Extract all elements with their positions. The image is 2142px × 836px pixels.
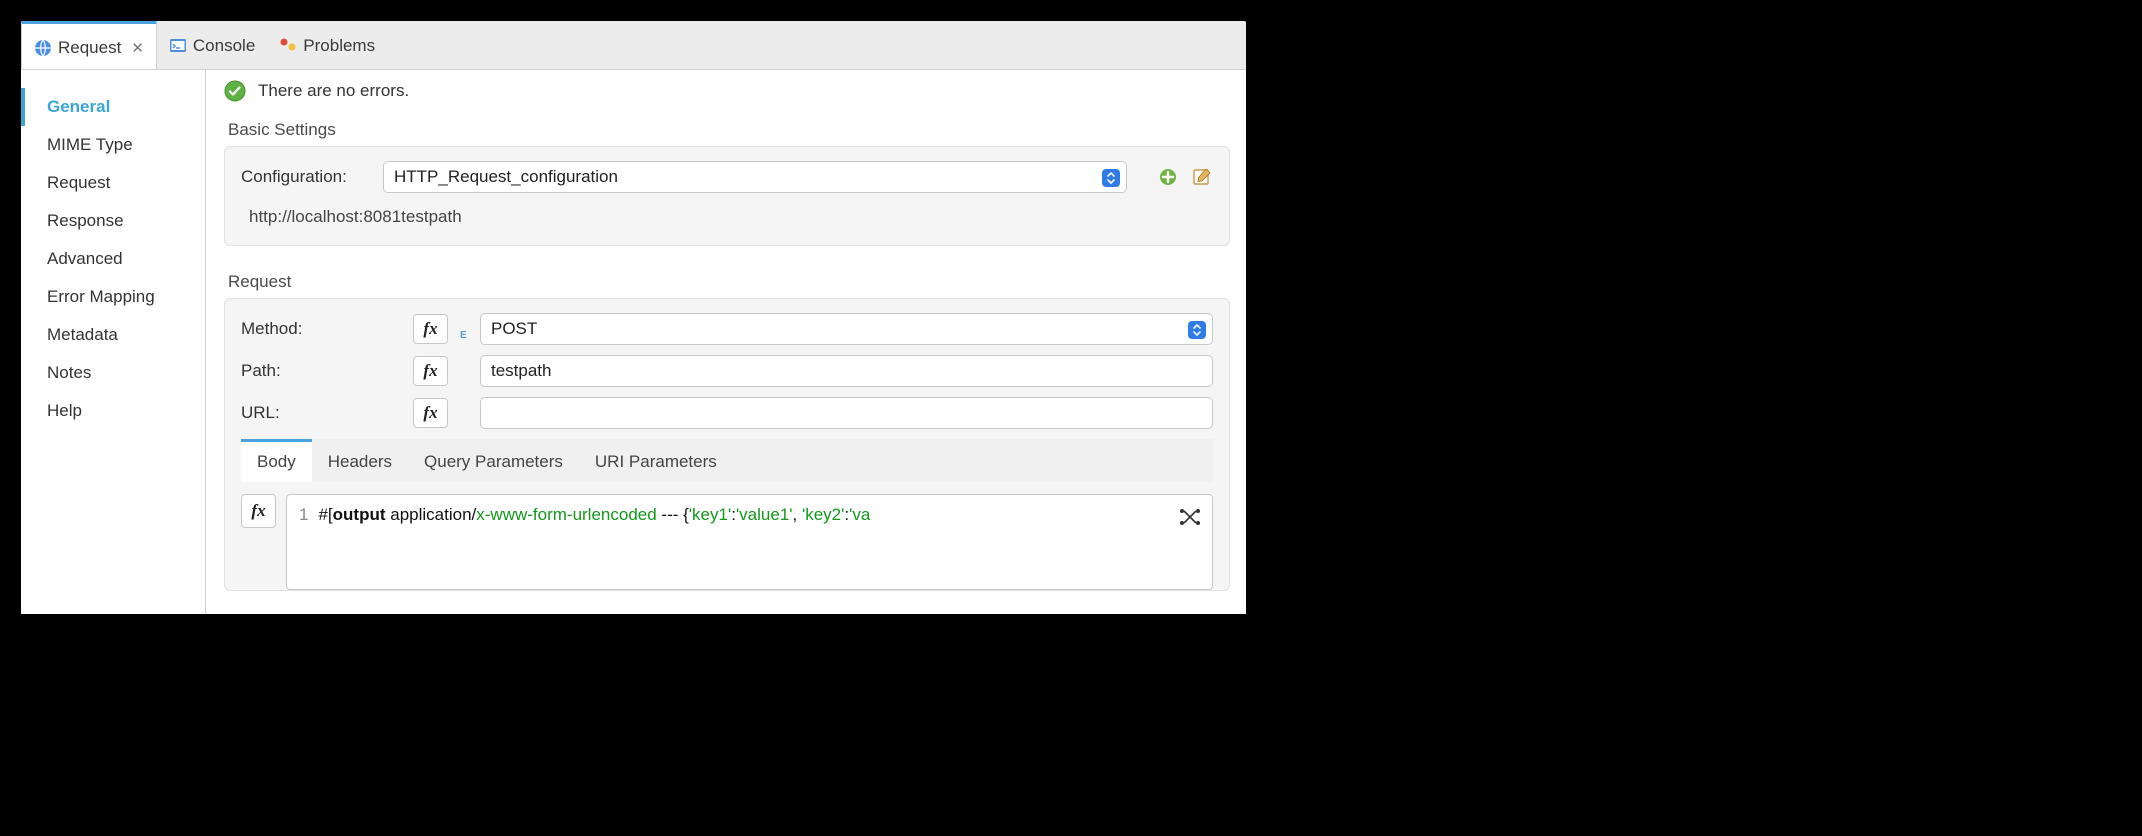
tab-request[interactable]: Request ✕ <box>21 21 157 69</box>
chevron-updown-icon[interactable] <box>1188 321 1206 339</box>
path-label: Path: <box>241 361 401 381</box>
sidebar-item-error-mapping[interactable]: Error Mapping <box>21 278 205 316</box>
sidebar-item-advanced[interactable]: Advanced <box>21 240 205 278</box>
body-editor-row: fx 1 #[output application/x-www-form-url… <box>241 494 1213 590</box>
add-configuration-button[interactable] <box>1157 166 1179 188</box>
sidebar-item-label: MIME Type <box>47 135 133 154</box>
map-expand-icon[interactable] <box>1178 507 1202 527</box>
status-row: There are no errors. <box>218 70 1236 112</box>
subtab-body[interactable]: Body <box>241 439 312 482</box>
sidebar: General MIME Type Request Response Advan… <box>21 70 206 614</box>
subtab-uri-parameters[interactable]: URI Parameters <box>579 439 733 482</box>
subtab-headers[interactable]: Headers <box>312 439 408 482</box>
binding-indicator-icon: E <box>460 330 468 345</box>
sidebar-item-label: Notes <box>47 363 91 382</box>
method-value: POST <box>491 319 537 339</box>
sidebar-item-label: General <box>47 97 110 116</box>
fx-toggle-url[interactable]: fx <box>413 398 448 428</box>
path-value: testpath <box>491 361 552 381</box>
url-label: URL: <box>241 403 401 423</box>
tab-label: Console <box>193 36 255 56</box>
sidebar-item-mime-type[interactable]: MIME Type <box>21 126 205 164</box>
content-area: There are no errors. Basic Settings Conf… <box>206 70 1246 614</box>
configuration-label: Configuration: <box>241 167 371 187</box>
body-code-editor[interactable]: 1 #[output application/x-www-form-urlenc… <box>286 494 1213 590</box>
configuration-select[interactable]: HTTP_Request_configuration <box>383 161 1127 193</box>
sidebar-item-label: Error Mapping <box>47 287 155 306</box>
code-gutter: 1 <box>287 495 318 589</box>
fx-toggle-path[interactable]: fx <box>413 356 448 386</box>
sidebar-item-request[interactable]: Request <box>21 164 205 202</box>
tab-label: Request <box>58 38 121 58</box>
chevron-updown-icon[interactable] <box>1102 169 1120 187</box>
problems-icon <box>279 37 297 55</box>
close-icon[interactable]: ✕ <box>127 39 144 57</box>
sidebar-item-notes[interactable]: Notes <box>21 354 205 392</box>
resolved-url: http://localhost:8081testpath <box>241 203 1213 229</box>
sidebar-item-response[interactable]: Response <box>21 202 205 240</box>
main-panels: General MIME Type Request Response Advan… <box>21 70 1246 614</box>
subtab-query-parameters[interactable]: Query Parameters <box>408 439 579 482</box>
top-tabbar: Request ✕ Console Problems <box>21 21 1246 70</box>
globe-icon <box>34 39 52 57</box>
tab-console[interactable]: Console <box>157 21 267 69</box>
fx-toggle-method[interactable]: fx <box>413 314 448 344</box>
request-section-title: Request <box>218 264 1236 298</box>
tab-problems[interactable]: Problems <box>267 21 387 69</box>
tab-label: Problems <box>303 36 375 56</box>
basic-settings-title: Basic Settings <box>218 112 1236 146</box>
method-select[interactable]: POST <box>480 313 1213 345</box>
sidebar-item-help[interactable]: Help <box>21 392 205 430</box>
method-label: Method: <box>241 319 401 339</box>
app-window: Request ✕ Console Problems General MIME … <box>21 21 1246 614</box>
url-input[interactable] <box>480 397 1213 429</box>
sidebar-item-metadata[interactable]: Metadata <box>21 316 205 354</box>
status-text: There are no errors. <box>258 81 409 101</box>
check-circle-icon <box>224 80 246 102</box>
sidebar-item-label: Metadata <box>47 325 118 344</box>
configuration-value: HTTP_Request_configuration <box>394 167 618 187</box>
edit-configuration-button[interactable] <box>1191 166 1213 188</box>
fx-toggle-body[interactable]: fx <box>241 494 276 528</box>
request-panel: Method: fx E POST Path: fx testp <box>224 298 1230 591</box>
sidebar-item-label: Response <box>47 211 124 230</box>
sidebar-item-label: Advanced <box>47 249 123 268</box>
sidebar-item-label: Request <box>47 173 110 192</box>
request-subtabs: Body Headers Query Parameters URI Parame… <box>241 439 1213 482</box>
code-line: #[output application/x-www-form-urlencod… <box>318 495 876 589</box>
sidebar-item-label: Help <box>47 401 82 420</box>
console-icon <box>169 37 187 55</box>
basic-settings-panel: Configuration: HTTP_Request_configuratio… <box>224 146 1230 246</box>
sidebar-item-general[interactable]: General <box>21 88 205 126</box>
path-input[interactable]: testpath <box>480 355 1213 387</box>
